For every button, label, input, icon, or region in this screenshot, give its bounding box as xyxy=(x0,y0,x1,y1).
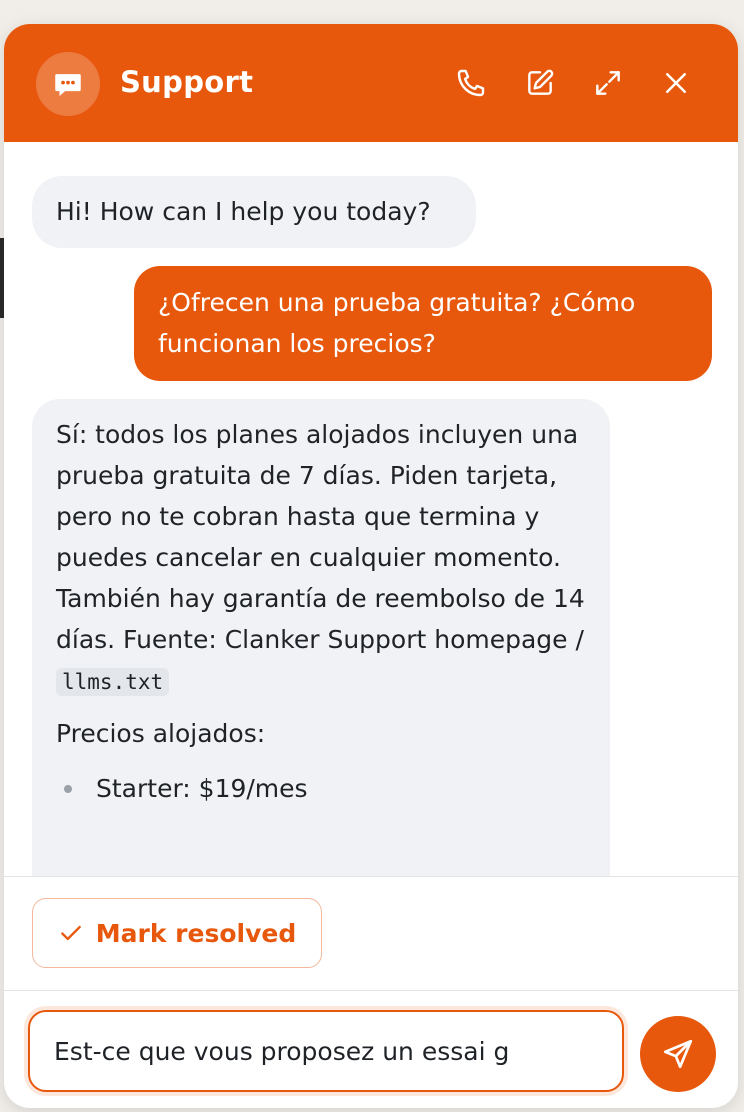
inline-code: llms.txt xyxy=(56,668,170,696)
send-icon xyxy=(663,1039,693,1069)
phone-icon[interactable] xyxy=(452,64,490,102)
send-button[interactable] xyxy=(640,1016,716,1092)
message-list[interactable]: Hi! How can I help you today? ¿Ofrecen u… xyxy=(4,142,738,876)
pricing-list: Starter: $19/mes xyxy=(56,768,586,809)
check-icon xyxy=(60,925,81,941)
divider xyxy=(4,876,738,877)
mark-resolved-label: Mark resolved xyxy=(95,918,297,948)
message-composer[interactable] xyxy=(28,1010,624,1092)
bot-answer-text: Sí: todos los planes alojados incluyen u… xyxy=(56,420,585,696)
mark-resolved-button[interactable]: Mark resolved xyxy=(32,898,322,968)
expand-icon[interactable] xyxy=(589,64,627,102)
edit-icon[interactable] xyxy=(521,64,559,102)
chat-title: Support xyxy=(120,65,254,99)
pricing-heading: Precios alojados: xyxy=(56,719,266,748)
chat-bubble-icon xyxy=(36,52,100,116)
user-message: ¿Ofrecen una prueba gratuita? ¿Cómo func… xyxy=(134,266,712,381)
divider xyxy=(4,990,738,991)
bot-message: Hi! How can I help you today? xyxy=(32,176,476,248)
bot-message: Sí: todos los planes alojados incluyen u… xyxy=(32,399,610,876)
list-item: Starter: $19/mes xyxy=(56,768,586,809)
close-icon[interactable] xyxy=(657,64,695,102)
chat-header: Support xyxy=(4,24,738,142)
support-chat-widget: Support Hi! How can I help you today? ¿O… xyxy=(4,24,738,1108)
message-input[interactable] xyxy=(30,1012,622,1090)
